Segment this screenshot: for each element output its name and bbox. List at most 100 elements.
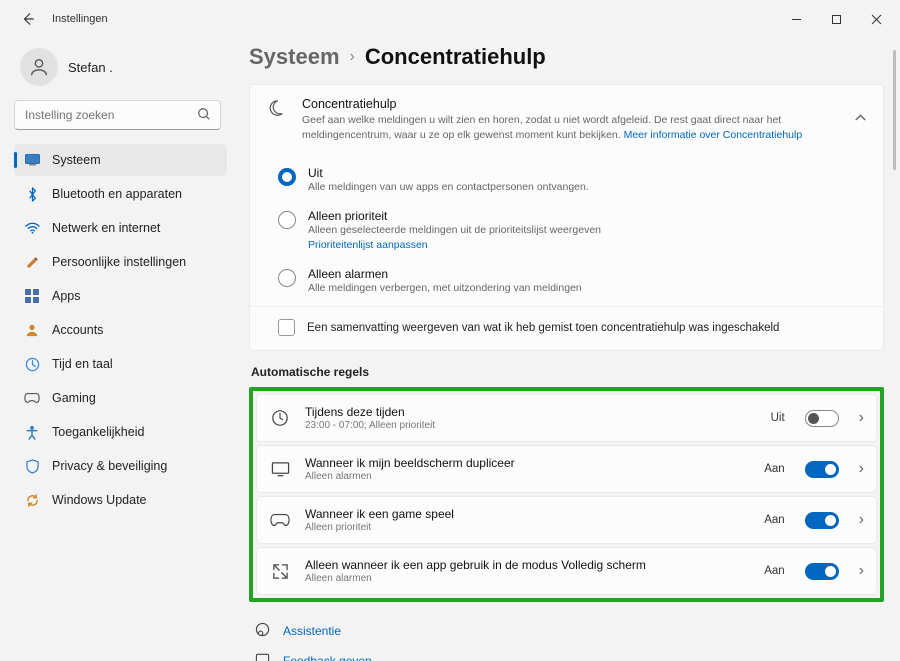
sidebar-item-privacy[interactable]: Privacy & beveiliging [14,450,227,482]
rule-title: Alleen wanneer ik een app gebruik in de … [305,558,750,572]
section-heading: Automatische regels [251,365,884,379]
rule-desc: Alleen prioriteit [305,522,750,533]
sidebar-item-label: Privacy & beveiliging [52,459,167,473]
footer-link-label: Feedback geven [283,654,372,661]
sidebar-item-label: Windows Update [52,493,147,507]
monitor-icon [269,461,291,477]
rule-desc: Alleen alarmen [305,573,750,584]
radio-group: Uit Alle meldingen van uw apps en contac… [250,152,883,306]
card-header[interactable]: Concentratiehulp Geef aan welke meldinge… [250,85,883,152]
sidebar-item-persoonlijk[interactable]: Persoonlijke instellingen [14,246,227,278]
close-icon [871,14,882,25]
close-button[interactable] [856,4,896,34]
sidebar-item-bluetooth[interactable]: Bluetooth en apparaten [14,178,227,210]
radio-option-uit[interactable]: Uit Alle meldingen van uw apps en contac… [250,158,883,201]
search-wrap [14,100,227,130]
rule-game-speel[interactable]: Wanneer ik een game speel Alleen priorit… [256,496,877,544]
footer-link-label: Assistentie [283,624,341,638]
footer-links: Assistentie Feedback geven [249,616,884,661]
radio-desc: Alleen geselecteerde meldingen uit de pr… [308,224,601,236]
radio-option-prioriteit[interactable]: Alleen prioriteit Alleen geselecteerde m… [250,201,883,259]
toggle-switch[interactable] [805,461,839,478]
gaming-icon [24,390,40,406]
collapse-button[interactable] [854,111,867,129]
breadcrumb: Systeem › Concentratiehulp [249,44,884,70]
minimize-button[interactable] [776,4,816,34]
sidebar-item-apps[interactable]: Apps [14,280,227,312]
gamepad-icon [269,513,291,527]
rule-status: Aan [764,565,784,577]
chevron-right-icon: › [859,511,864,529]
toggle-switch[interactable] [805,512,839,529]
toggle-switch[interactable] [805,563,839,580]
radio-button[interactable] [278,269,296,287]
radio-title: Uit [308,166,589,180]
rule-title: Wanneer ik mijn beeldscherm dupliceer [305,456,750,470]
minimize-icon [791,14,802,25]
chevron-right-icon: › [859,562,864,580]
rule-volledig-scherm[interactable]: Alleen wanneer ik een app gebruik in de … [256,547,877,595]
sidebar-item-tijd[interactable]: Tijd en taal [14,348,227,380]
sidebar-item-label: Bluetooth en apparaten [52,187,182,201]
rule-desc: Alleen alarmen [305,471,750,482]
brush-icon [24,254,40,270]
maximize-button[interactable] [816,4,856,34]
feedback-icon [255,652,271,661]
person-icon [28,56,50,78]
rule-title: Tijdens deze tijden [305,405,757,419]
radio-option-alarmen[interactable]: Alleen alarmen Alle meldingen verbergen,… [250,259,883,302]
radio-button[interactable] [278,211,296,229]
summary-checkbox-row[interactable]: Een samenvatting weergeven van wat ik he… [250,306,883,350]
sidebar-item-windows-update[interactable]: Windows Update [14,484,227,516]
wifi-icon [24,220,40,236]
priority-list-link[interactable]: Prioriteitenlijst aanpassen [308,239,601,251]
more-info-link[interactable]: Meer informatie over Concentratiehulp [624,129,803,141]
help-icon [255,622,271,640]
radio-button[interactable] [278,168,296,186]
user-name: Stefan . [68,60,113,75]
sidebar-item-netwerk[interactable]: Netwerk en internet [14,212,227,244]
window-title: Instellingen [52,13,108,25]
clock-icon [269,409,291,427]
privacy-icon [24,458,40,474]
update-icon [24,492,40,508]
rule-beeldscherm-dupliceer[interactable]: Wanneer ik mijn beeldscherm dupliceer Al… [256,445,877,493]
moon-icon [266,99,286,122]
scrollbar[interactable] [893,50,896,170]
rule-tijdens-tijden[interactable]: Tijdens deze tijden 23:00 - 07:00; Allee… [256,394,877,442]
rule-status: Aan [764,514,784,526]
rule-desc: 23:00 - 07:00; Alleen prioriteit [305,420,757,431]
sidebar-item-label: Toegankelijkheid [52,425,144,439]
sidebar-item-systeem[interactable]: Systeem [14,144,227,176]
rule-status: Aan [764,463,784,475]
sidebar-item-toegankelijkheid[interactable]: Toegankelijkheid [14,416,227,448]
user-block[interactable]: Stefan . [14,38,227,100]
assistance-link[interactable]: Assistentie [249,616,884,646]
time-icon [24,356,40,372]
breadcrumb-root[interactable]: Systeem [249,44,340,70]
radio-desc: Alle meldingen verbergen, met uitzonderi… [308,282,582,294]
a11y-icon [24,424,40,440]
apps-icon [24,288,40,304]
maximize-icon [831,14,842,25]
sidebar-item-gaming[interactable]: Gaming [14,382,227,414]
nav-list: Systeem Bluetooth en apparaten Netwerk e… [14,144,227,516]
back-button[interactable] [14,5,42,33]
checkbox[interactable] [278,319,295,336]
sidebar-item-label: Tijd en taal [52,357,113,371]
avatar [20,48,58,86]
feedback-link[interactable]: Feedback geven [249,646,884,661]
page-title: Concentratiehulp [365,44,546,70]
sidebar-item-label: Gaming [52,391,96,405]
sidebar-item-label: Accounts [52,323,103,337]
checkbox-label: Een samenvatting weergeven van wat ik he… [307,322,779,334]
chevron-up-icon [854,111,867,124]
toggle-switch[interactable] [805,410,839,427]
chevron-right-icon: › [350,48,355,66]
search-input[interactable] [14,100,221,130]
rule-title: Wanneer ik een game speel [305,507,750,521]
card-title: Concentratiehulp [302,97,838,111]
radio-desc: Alle meldingen van uw apps en contactper… [308,181,589,193]
sidebar-item-accounts[interactable]: Accounts [14,314,227,346]
window-controls [776,4,896,34]
